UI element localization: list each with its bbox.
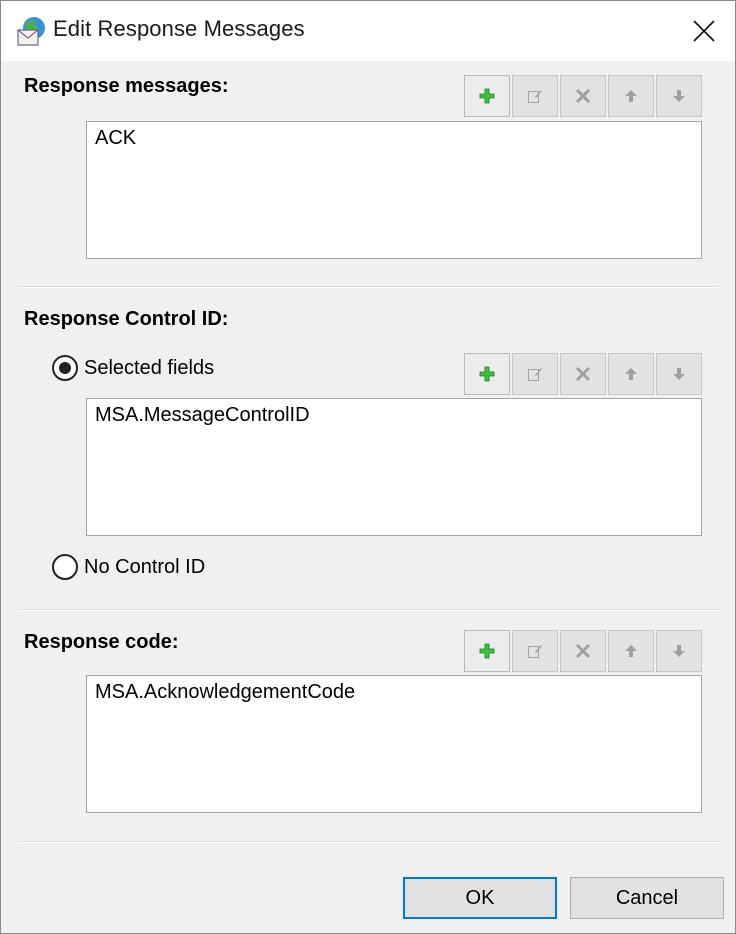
delete-icon	[575, 643, 591, 659]
ok-button[interactable]: OK	[403, 877, 557, 919]
edit-icon	[528, 645, 542, 658]
response-control-id-label: Response Control ID:	[24, 308, 229, 330]
edit-button[interactable]	[512, 630, 558, 672]
delete-icon	[575, 366, 591, 382]
add-icon	[479, 643, 495, 659]
response-code-label: Response code:	[24, 631, 179, 653]
move-down-icon	[673, 645, 685, 657]
move-down-button[interactable]	[656, 75, 702, 117]
list-item[interactable]: ACK	[95, 127, 136, 150]
move-up-icon	[625, 368, 637, 380]
section-divider	[19, 286, 719, 288]
edit-response-messages-dialog: Edit Response Messages Response messages…	[0, 0, 736, 934]
envelope-globe-icon	[16, 15, 48, 47]
move-up-icon	[625, 90, 637, 102]
response-messages-list[interactable]: ACK	[86, 121, 702, 259]
list-item[interactable]: MSA.AcknowledgementCode	[95, 681, 355, 704]
add-icon	[479, 366, 495, 382]
move-up-button[interactable]	[608, 630, 654, 672]
response-messages-label: Response messages:	[24, 75, 229, 97]
list-item[interactable]: MSA.MessageControlID	[95, 404, 310, 427]
delete-button[interactable]	[560, 75, 606, 117]
edit-button[interactable]	[512, 353, 558, 395]
move-down-button[interactable]	[656, 630, 702, 672]
close-button[interactable]	[673, 1, 735, 61]
response-code-list[interactable]: MSA.AcknowledgementCode	[86, 675, 702, 813]
add-button[interactable]	[464, 353, 510, 395]
selected-fields-label: Selected fields	[84, 356, 215, 379]
title-bar: Edit Response Messages	[1, 1, 735, 61]
selected-fields-radio[interactable]	[52, 355, 78, 381]
add-button[interactable]	[464, 75, 510, 117]
delete-button[interactable]	[560, 353, 606, 395]
move-down-icon	[673, 90, 685, 102]
no-control-id-radio-row[interactable]: No Control ID	[52, 552, 205, 582]
no-control-id-radio[interactable]	[52, 554, 78, 580]
section-divider	[19, 609, 719, 611]
move-down-button[interactable]	[656, 353, 702, 395]
response-code-toolbar	[464, 630, 702, 672]
add-button[interactable]	[464, 630, 510, 672]
close-icon	[693, 20, 715, 42]
move-down-icon	[673, 368, 685, 380]
move-up-icon	[625, 645, 637, 657]
selected-fields-list[interactable]: MSA.MessageControlID	[86, 398, 702, 536]
edit-button[interactable]	[512, 75, 558, 117]
edit-icon	[528, 368, 542, 381]
cancel-button[interactable]: Cancel	[570, 877, 724, 919]
selected-fields-radio-row[interactable]: Selected fields	[52, 353, 214, 383]
move-up-button[interactable]	[608, 75, 654, 117]
section-divider	[19, 841, 719, 843]
response-messages-toolbar	[464, 75, 702, 117]
edit-icon	[528, 90, 542, 103]
no-control-id-label: No Control ID	[84, 555, 206, 578]
control-id-toolbar	[464, 353, 702, 395]
delete-icon	[575, 88, 591, 104]
delete-button[interactable]	[560, 630, 606, 672]
add-icon	[479, 88, 495, 104]
dialog-title: Edit Response Messages	[53, 16, 305, 41]
move-up-button[interactable]	[608, 353, 654, 395]
